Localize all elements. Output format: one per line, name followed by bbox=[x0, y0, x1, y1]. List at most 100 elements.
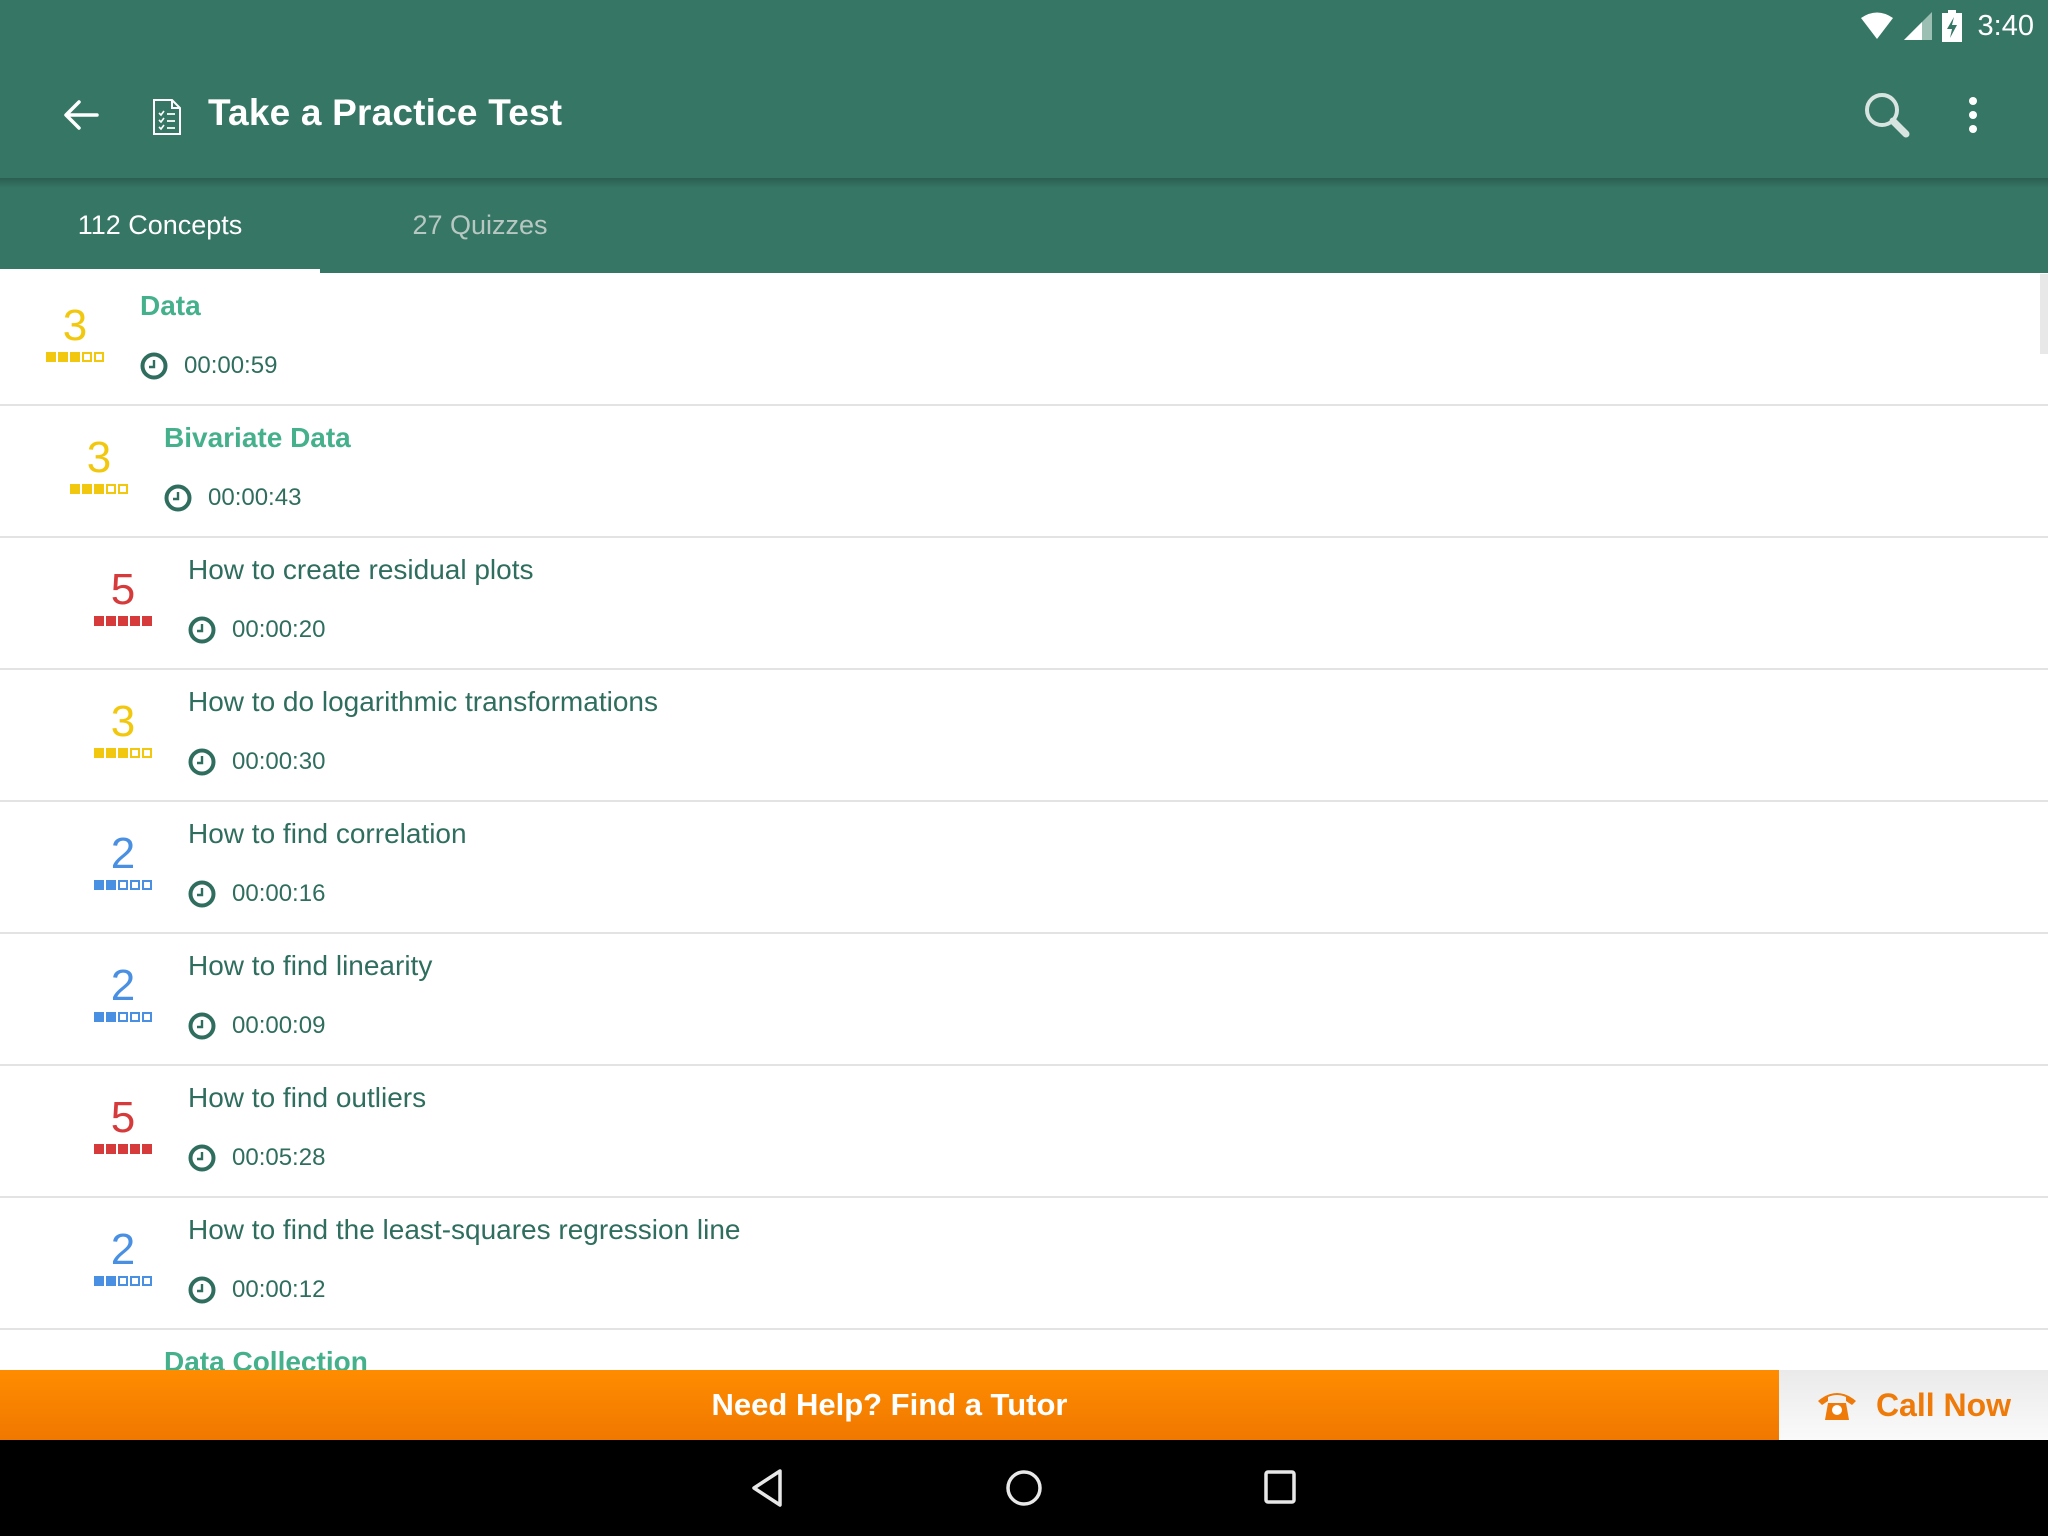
difficulty-box bbox=[94, 1276, 104, 1286]
concept-title: How to do logarithmic transformations bbox=[188, 686, 658, 717]
difficulty-box bbox=[118, 1144, 128, 1154]
difficulty-level: 2 bbox=[110, 961, 136, 1010]
app-bar: 3:40 Take a Practice Test 112 Concepts 2… bbox=[0, 0, 2048, 273]
duration: 00:00:12 bbox=[188, 1276, 325, 1304]
search-button[interactable] bbox=[1862, 90, 1912, 140]
difficulty-box bbox=[130, 1012, 140, 1022]
duration: 00:00:09 bbox=[188, 1012, 325, 1040]
duration: 00:00:43 bbox=[164, 484, 301, 512]
difficulty-level: 5 bbox=[110, 565, 136, 614]
tutor-banner: Need Help? Find a Tutor Call Now bbox=[0, 1370, 2048, 1440]
duration-text: 00:05:28 bbox=[232, 1144, 326, 1171]
find-tutor-button[interactable]: Need Help? Find a Tutor bbox=[0, 1370, 1779, 1440]
difficulty-box bbox=[94, 1012, 104, 1022]
difficulty-box bbox=[106, 1012, 116, 1022]
concept-title: How to find correlation bbox=[188, 818, 467, 849]
nav-recents-button[interactable] bbox=[1252, 1462, 1308, 1514]
difficulty-meter bbox=[68, 484, 130, 494]
difficulty-box bbox=[94, 616, 104, 626]
call-now-button[interactable]: Call Now bbox=[1779, 1370, 2048, 1440]
difficulty-level: 5 bbox=[110, 1093, 136, 1142]
nav-home-button[interactable] bbox=[996, 1462, 1052, 1514]
difficulty-box bbox=[106, 748, 116, 758]
difficulty-badge: 3 bbox=[68, 436, 130, 496]
difficulty-badge: 5 bbox=[92, 568, 154, 628]
back-triangle-icon bbox=[752, 1469, 782, 1507]
difficulty-box bbox=[118, 1276, 128, 1286]
difficulty-box bbox=[118, 616, 128, 626]
difficulty-box bbox=[142, 1012, 152, 1022]
search-icon bbox=[1865, 93, 1910, 138]
concept-list: 3 Data 00:00:59 3 Bivariate Data 00:00:43 5 How… bbox=[0, 273, 2048, 1370]
duration: 00:00:16 bbox=[188, 880, 325, 908]
difficulty-level: 2 bbox=[110, 1225, 136, 1274]
list-item-row[interactable]: 3 How to do logarithmic transformations 00… bbox=[0, 670, 2048, 802]
difficulty-box bbox=[130, 616, 140, 626]
list-item-row[interactable]: 2 How to find correlation 00:00:16 bbox=[0, 802, 2048, 934]
list-item-row[interactable]: 5 How to find outliers 00:05:28 bbox=[0, 1066, 2048, 1198]
back-button[interactable] bbox=[56, 90, 106, 140]
difficulty-box bbox=[94, 484, 104, 494]
call-now-label: Call Now bbox=[1875, 1386, 2012, 1423]
telephone-icon bbox=[1817, 1393, 1856, 1420]
duration: 00:00:20 bbox=[188, 616, 325, 644]
difficulty-box bbox=[130, 748, 140, 758]
cell-signal-icon bbox=[1903, 12, 1932, 40]
difficulty-box bbox=[106, 484, 116, 494]
list-section-row[interactable]: 3 Data 00:00:59 bbox=[0, 274, 2048, 406]
duration: 00:05:28 bbox=[188, 1144, 325, 1172]
difficulty-level: 3 bbox=[110, 697, 136, 746]
difficulty-box bbox=[82, 352, 92, 362]
difficulty-meter bbox=[92, 1144, 154, 1154]
clock-icon bbox=[164, 484, 192, 512]
difficulty-box bbox=[70, 484, 80, 494]
clock-icon bbox=[188, 616, 216, 644]
duration-text: 00:00:16 bbox=[232, 880, 326, 907]
section-title: Bivariate Data bbox=[164, 422, 351, 453]
concept-title: How to find linearity bbox=[188, 950, 433, 981]
tab-quizzes[interactable]: 27 Quizzes bbox=[320, 178, 640, 273]
checklist-document-icon bbox=[153, 99, 181, 135]
difficulty-meter bbox=[92, 1012, 154, 1022]
concept-title: How to find outliers bbox=[188, 1082, 427, 1113]
banner-text: Need Help? Find a Tutor bbox=[711, 1387, 1068, 1422]
status-time: 3:40 bbox=[1977, 9, 2034, 42]
list-item-row[interactable]: 2 How to find linearity 00:00:09 bbox=[0, 934, 2048, 1066]
difficulty-badge: 2 bbox=[92, 1228, 154, 1288]
home-circle-icon bbox=[1006, 1470, 1042, 1506]
list-section-row[interactable]: 3 Bivariate Data 00:00:43 bbox=[0, 406, 2048, 538]
difficulty-box bbox=[118, 748, 128, 758]
duration-text: 00:00:09 bbox=[232, 1012, 326, 1039]
list-item-row[interactable]: 2 How to find the least-squares regressio… bbox=[0, 1198, 2048, 1330]
difficulty-badge: 2 bbox=[92, 832, 154, 892]
difficulty-box bbox=[46, 352, 56, 362]
more-options-button[interactable] bbox=[1960, 90, 1986, 140]
section-title: Data bbox=[140, 290, 201, 321]
nav-back-button[interactable] bbox=[740, 1462, 796, 1514]
duration-text: 00:00:12 bbox=[232, 1276, 326, 1303]
difficulty-box bbox=[106, 880, 116, 890]
arrow-left-icon bbox=[64, 100, 99, 130]
clock-icon bbox=[188, 1276, 216, 1304]
difficulty-box bbox=[142, 616, 152, 626]
list-item-row[interactable]: 5 How to create residual plots 00:00:20 bbox=[0, 538, 2048, 670]
difficulty-meter bbox=[92, 880, 154, 890]
tab-bar: 112 Concepts 27 Quizzes bbox=[0, 178, 2048, 273]
system-nav-bar bbox=[0, 1440, 2048, 1536]
page-title: Take a Practice Test bbox=[208, 92, 563, 133]
difficulty-box bbox=[142, 1144, 152, 1154]
duration-text: 00:00:59 bbox=[184, 352, 278, 379]
scrollbar[interactable] bbox=[2040, 274, 2048, 354]
difficulty-box bbox=[58, 352, 68, 362]
difficulty-box bbox=[94, 352, 104, 362]
difficulty-meter bbox=[92, 616, 154, 626]
tab-concepts[interactable]: 112 Concepts bbox=[0, 178, 320, 273]
difficulty-box bbox=[118, 1012, 128, 1022]
difficulty-box bbox=[94, 748, 104, 758]
list-section-row[interactable]: Data Collection bbox=[0, 1330, 2048, 1370]
section-title: Data Collection bbox=[164, 1346, 368, 1370]
difficulty-badge: 5 bbox=[92, 1096, 154, 1156]
difficulty-level: 3 bbox=[62, 301, 88, 350]
concept-title: How to find the least-squares regression… bbox=[188, 1214, 741, 1245]
clock-icon bbox=[188, 1144, 216, 1172]
